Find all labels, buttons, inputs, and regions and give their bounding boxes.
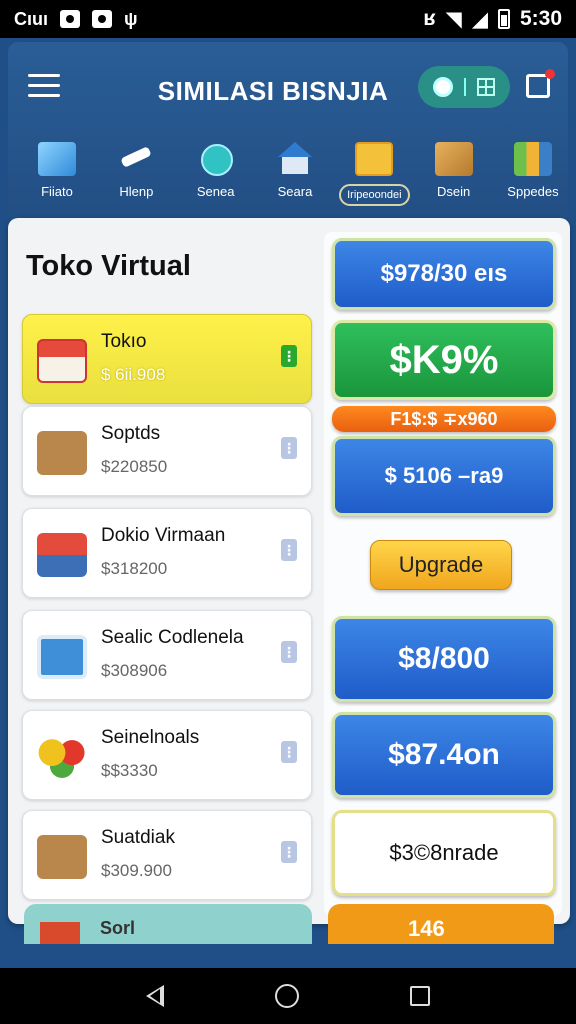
app-screen: SIMILASI BISNJIA Fiiato Hlenp Senea Sear… <box>0 38 576 968</box>
toolbox-icon <box>355 142 394 176</box>
category-label: Iripeoondei <box>339 184 410 206</box>
box-icon <box>434 142 473 176</box>
shop-name: Dokio Virmaan <box>101 525 226 546</box>
more-icon[interactable]: ⋮ <box>281 741 297 763</box>
supplies-icon <box>513 142 552 176</box>
shop-item[interactable]: Soptds $220850 ⋮ <box>22 406 312 496</box>
shop-price: $308906 <box>101 661 168 680</box>
value-button[interactable]: $8/800 <box>332 616 556 702</box>
usb-icon: ψ <box>124 8 138 29</box>
balance-button[interactable]: $978/30 eıs <box>332 238 556 310</box>
recents-icon[interactable] <box>410 986 431 1006</box>
home-icon[interactable] <box>274 984 299 1008</box>
more-icon[interactable]: ⋮ <box>281 437 297 459</box>
shop-item[interactable]: Seinelnoals $$3330 ⋮ <box>22 710 312 800</box>
category-label: Senea <box>196 184 235 199</box>
shop-item[interactable]: Suatdiak $309.900 ⋮ <box>22 810 312 900</box>
more-icon[interactable]: ⋮ <box>281 539 297 561</box>
wifi-icon: ◥ <box>445 7 462 31</box>
system-nav-bar <box>0 968 576 1024</box>
divider <box>463 78 466 96</box>
edit-icon[interactable] <box>526 69 555 98</box>
bottom-card-label: Sorl <box>100 918 136 938</box>
top-app-bar: SIMILASI BISNJIA Fiiato Hlenp Senea Sear… <box>8 42 568 218</box>
category-supplies[interactable]: Sppedes <box>498 142 568 206</box>
app-title: SIMILASI BISNJIA <box>157 76 389 106</box>
grid-icon[interactable] <box>476 78 495 96</box>
shopping-cart-icon <box>37 533 87 577</box>
category-label: Sppedes <box>507 184 559 199</box>
shop-item[interactable]: Dokio Virmaan $318200 ⋮ <box>22 508 312 598</box>
shop-name: Seinelnoals <box>101 727 200 748</box>
back-icon[interactable] <box>145 985 164 1007</box>
more-icon[interactable]: ⋮ <box>281 641 297 663</box>
income-banner: F1$:$ ∓x960 <box>332 406 556 432</box>
notification-icon <box>60 10 80 28</box>
search-icon[interactable] <box>433 77 454 97</box>
profit-button[interactable]: $K9% <box>332 320 556 400</box>
category-label: Fiiato <box>41 184 73 199</box>
status-bar: Cıuı ψ ʁ ◥ ◢ 5:30 <box>0 0 576 38</box>
signal-icon: ◢ <box>471 7 488 31</box>
clipboard-icon <box>37 635 87 679</box>
mail-icon <box>38 142 76 176</box>
shop-item[interactable]: Sealic Codlenela $308906 ⋮ <box>22 610 312 700</box>
category-heart[interactable]: Senea <box>181 142 251 206</box>
more-icon[interactable]: ⋮ <box>281 345 297 367</box>
clock: 5:30 <box>519 7 562 30</box>
shop-item[interactable]: Tokıo $ 6ii.908 ⋮ <box>22 314 312 404</box>
bottom-card[interactable]: Sorl <box>24 904 312 944</box>
shop-price: $$3330 <box>101 761 158 780</box>
more-icon[interactable]: ⋮ <box>281 841 297 863</box>
carrier-label: Cıuı <box>14 8 48 29</box>
category-label: Hlenp <box>119 184 154 199</box>
menu-icon[interactable] <box>28 74 60 98</box>
category-bar: Fiiato Hlenp Senea Seara Iripeoondei Dse… <box>22 142 568 206</box>
value-button[interactable]: $3©8nrade <box>332 810 556 896</box>
shopping-bag-icon <box>37 835 87 879</box>
category-mail[interactable]: Fiiato <box>22 142 92 206</box>
value-button[interactable]: $87.4on <box>332 712 556 798</box>
revenue-button[interactable]: $ 5106 –ra9 <box>332 436 556 516</box>
category-house[interactable]: Seara <box>260 142 330 206</box>
shop-price: $318200 <box>101 559 168 578</box>
store-icon <box>37 339 87 383</box>
plane-icon <box>117 142 155 176</box>
page-title: Toko Virtual <box>26 250 191 282</box>
bottom-card-label: 146 <box>408 916 445 941</box>
house-icon <box>276 142 314 176</box>
shop-name: Tokıo <box>101 331 147 352</box>
category-plane[interactable]: Hlenp <box>101 142 171 206</box>
category-toolbox[interactable]: Iripeoondei <box>339 142 410 206</box>
category-label: Seara <box>277 184 313 199</box>
category-box[interactable]: Dsein <box>419 142 489 206</box>
bluetooth-icon: ʁ <box>423 7 436 30</box>
bottom-card[interactable]: 146 <box>328 904 554 944</box>
shop-name: Suatdiak <box>101 827 175 848</box>
media-icon <box>92 10 112 28</box>
shopping-bag-icon <box>37 431 87 475</box>
upgrade-button[interactable]: Upgrade <box>370 540 512 590</box>
store-icon <box>40 922 80 944</box>
heart-icon <box>197 142 235 176</box>
search-toggle[interactable] <box>418 66 510 108</box>
shop-price: $ 6ii.908 <box>101 365 166 384</box>
category-label: Dsein <box>437 184 471 199</box>
fruit-icon <box>37 735 87 779</box>
shop-price: $220850 <box>101 457 168 476</box>
shop-name: Soptds <box>101 423 161 444</box>
battery-icon <box>497 9 510 29</box>
shop-name: Sealic Codlenela <box>101 627 244 648</box>
main-panel: Toko Virtual Tokıo $ 6ii.908 ⋮ Soptds $2… <box>8 218 570 924</box>
shop-price: $309.900 <box>101 861 172 880</box>
